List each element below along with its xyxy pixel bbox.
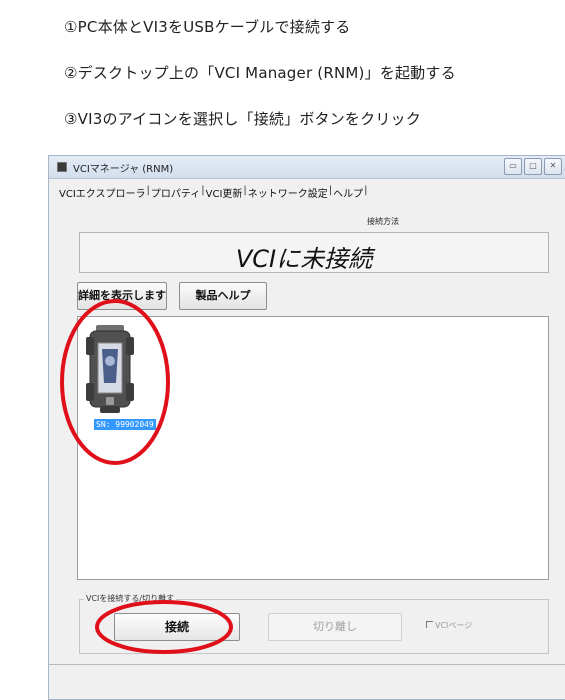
tab-separator: |	[364, 185, 368, 196]
product-help-button[interactable]: 製品ヘルプ	[179, 282, 267, 310]
instruction-step-2: ②デスクトップ上の「VCI Manager (RNM)」を起動する	[64, 64, 456, 82]
title-bar: VCIマネージャ (RNM) ▭ □ ✕	[49, 156, 565, 179]
connection-status-box: VCIに未接続	[79, 232, 549, 273]
close-icon[interactable]: ✕	[544, 158, 562, 175]
connect-button[interactable]: 接続	[114, 613, 240, 641]
tab-vci-explorer[interactable]: VCIエクスプローラ	[59, 185, 145, 200]
vci-manager-window: VCIマネージャ (RNM) ▭ □ ✕ VCIエクスプローラ | プロパティ …	[48, 155, 565, 700]
group-label: VCIを接続する/切り離す	[84, 593, 177, 604]
tab-network-settings[interactable]: ネットワーク設定	[248, 185, 328, 200]
vci-device-item[interactable]: SN: 99902049	[86, 323, 156, 430]
status-divider	[49, 664, 565, 665]
maximize-icon[interactable]: □	[524, 158, 542, 175]
tab-properties[interactable]: プロパティ	[151, 185, 200, 200]
disconnect-button[interactable]: 切り離し	[268, 613, 402, 641]
vci-page-checkbox[interactable]: VCIページ	[426, 620, 472, 631]
window-controls: ▭ □ ✕	[504, 158, 562, 175]
window-title: VCIマネージャ (RNM)	[73, 164, 174, 175]
connection-status-text: VCIに未接続	[235, 245, 373, 273]
connection-method-label: 接続方法	[367, 217, 399, 226]
show-details-button[interactable]: 詳細を表示します	[77, 282, 167, 310]
vci-device-label: SN: 99902049	[94, 419, 156, 430]
checkbox-icon	[426, 621, 433, 628]
vci-device-icon	[86, 325, 134, 413]
vci-device-list: SN: 99902049	[77, 316, 549, 580]
tab-bar: VCIエクスプローラ | プロパティ | VCI更新 | ネットワーク設定 | …	[59, 185, 369, 200]
vci-page-checkbox-label: VCIページ	[435, 621, 473, 630]
tab-help[interactable]: ヘルプ	[333, 185, 363, 200]
app-icon	[57, 162, 67, 172]
instruction-step-3: ③VI3のアイコンを選択し「接続」ボタンをクリック	[64, 110, 421, 128]
minimize-icon[interactable]: ▭	[504, 158, 522, 175]
instruction-step-1: ①PC本体とVI3をUSBケーブルで接続する	[64, 18, 351, 36]
tab-vci-update[interactable]: VCI更新	[206, 185, 243, 200]
connect-disconnect-group: VCIを接続する/切り離す 接続 切り離し VCIページ	[79, 593, 549, 654]
